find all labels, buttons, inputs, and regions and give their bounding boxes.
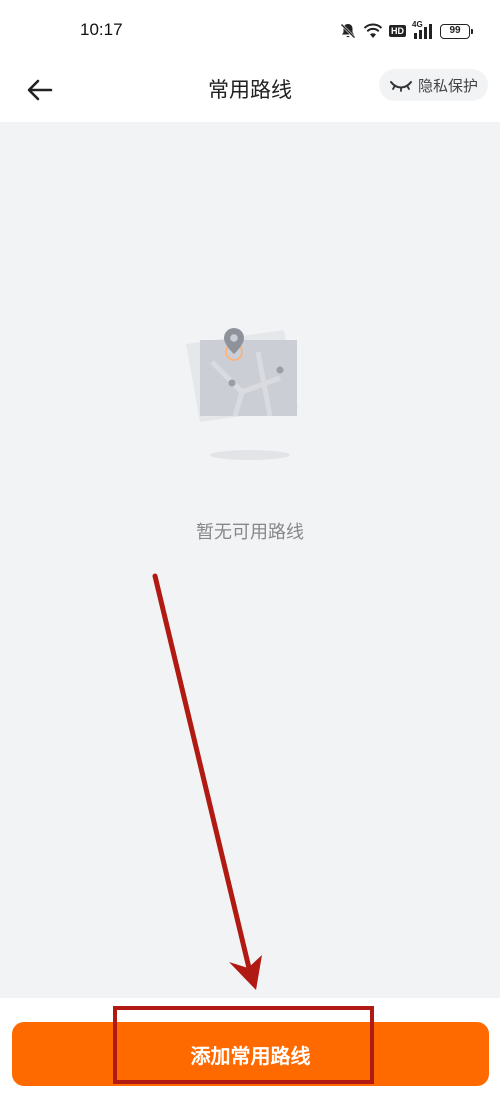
- empty-map-icon: [180, 322, 320, 472]
- privacy-label: 隐私保护: [417, 76, 478, 95]
- annotation-arrow: [152, 573, 262, 990]
- closed-eye-icon: [389, 81, 412, 92]
- add-common-route-button[interactable]: 添加常用路线: [12, 1022, 489, 1086]
- screen: 10:17 HD 4G 99 常用路线 隐私保护 暂无可用路线 添加常用路线: [0, 0, 500, 1111]
- signal-icon: 4G: [412, 20, 434, 40]
- privacy-protection-button[interactable]: 隐私保护: [378, 69, 488, 101]
- battery-level: 99: [449, 25, 461, 36]
- mute-bell-icon: [339, 22, 357, 40]
- bottom-bar: 添加常用路线: [0, 998, 500, 1111]
- add-route-label: 添加常用路线: [190, 1043, 311, 1068]
- empty-state-message: 暂无可用路线: [196, 522, 304, 543]
- status-bar: 10:17 HD 4G 99: [0, 0, 500, 60]
- header: 常用路线 隐私保护: [0, 60, 500, 122]
- status-icons: HD 4G 99: [339, 20, 473, 40]
- status-time: 10:17: [80, 20, 123, 39]
- hd-icon: HD: [389, 25, 406, 37]
- wifi-icon: [363, 23, 383, 39]
- battery-icon: 99: [440, 23, 473, 39]
